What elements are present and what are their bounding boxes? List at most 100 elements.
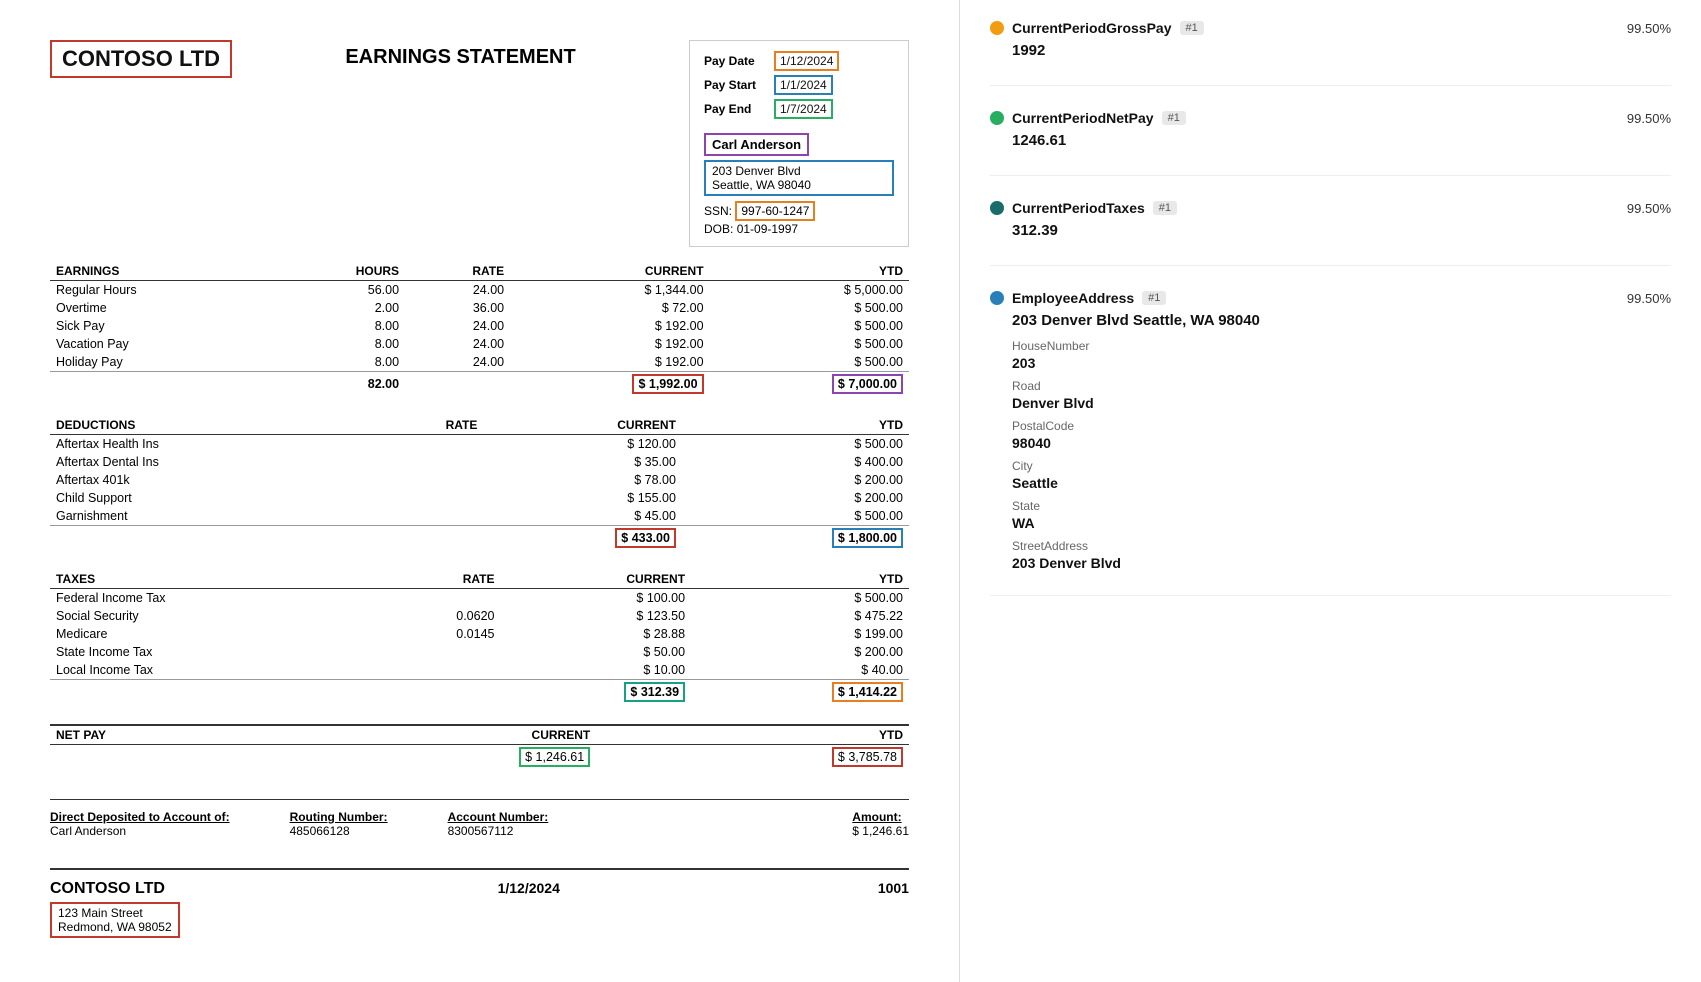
earnings-total-ytd: $ 7,000.00 xyxy=(710,372,909,397)
dd-left: Direct Deposited to Account of: Carl And… xyxy=(50,810,230,838)
footer-addr-line2: Redmond, WA 98052 xyxy=(58,920,172,934)
footer-addr-box: 123 Main Street Redmond, WA 98052 xyxy=(50,902,180,938)
taxes-total-rate xyxy=(369,680,501,705)
sub-field-value: 98040 xyxy=(1012,435,1671,451)
dd-account-value: 8300567112 xyxy=(448,824,549,838)
footer-date: 1/12/2024 xyxy=(498,880,560,896)
doc-top-area: CONTOSO LTD EARNINGS STATEMENT Pay Date … xyxy=(50,40,909,247)
deductions-col-rate: RATE xyxy=(364,416,484,435)
deductions-total-current: $ 433.00 xyxy=(483,526,682,551)
taxes-table: TAXES RATE CURRENT YTD Federal Income Ta… xyxy=(50,570,909,704)
deductions-row: Aftertax Health Ins$ 120.00$ 500.00 xyxy=(50,435,909,454)
earnings-total-row: 82.00 $ 1,992.00 $ 7,000.00 xyxy=(50,372,909,397)
footer-left: CONTOSO LTD 123 Main Street Redmond, WA … xyxy=(50,880,180,938)
pay-date-row: Pay Date 1/12/2024 xyxy=(704,51,894,71)
sub-field-label: Road xyxy=(1012,379,1671,393)
pay-end-row: Pay End 1/7/2024 xyxy=(704,99,894,119)
earnings-row: Sick Pay8.0024.00$ 192.00$ 500.00 xyxy=(50,317,909,335)
net-pay-empty xyxy=(50,745,283,770)
footer-company: CONTOSO LTD xyxy=(50,880,180,898)
dot-address xyxy=(990,291,1004,305)
employee-addr-line1: 203 Denver Blvd xyxy=(712,164,886,178)
sub-field-label: HouseNumber xyxy=(1012,339,1671,353)
dd-amount-value: $ 1,246.61 xyxy=(852,824,909,838)
earnings-total-hours: 82.00 xyxy=(272,372,405,397)
taxes-col-rate: RATE xyxy=(369,570,501,589)
earnings-total-label xyxy=(50,372,272,397)
dd-account-label: Account Number: xyxy=(448,810,549,824)
direct-deposit-section: Direct Deposited to Account of: Carl And… xyxy=(50,799,909,838)
pay-start-row: Pay Start 1/1/2024 xyxy=(704,75,894,95)
dd-amount: Amount: $ 1,246.61 xyxy=(852,810,909,838)
sub-field-value: Seattle xyxy=(1012,475,1671,491)
taxes-row: Local Income Tax$ 10.00$ 40.00 xyxy=(50,661,909,680)
employee-name-box: Carl Anderson xyxy=(704,133,809,156)
sub-field-value: WA xyxy=(1012,515,1671,531)
sub-field-label: StreetAddress xyxy=(1012,539,1671,553)
earnings-col-current: CURRENT xyxy=(510,262,709,281)
data-item-header: CurrentPeriodGrossPay #1 99.50% xyxy=(990,20,1671,36)
pay-date-value: 1/12/2024 xyxy=(774,51,839,71)
data-value: 203 Denver Blvd Seattle, WA 98040 xyxy=(1012,312,1671,329)
earnings-ytd-highlight: $ 7,000.00 xyxy=(832,374,903,394)
data-field-name: EmployeeAddress xyxy=(1012,290,1134,306)
dd-name: Carl Anderson xyxy=(50,824,230,838)
data-panel: CurrentPeriodGrossPay #1 99.50% 1992 Cur… xyxy=(960,0,1701,982)
dd-row: Direct Deposited to Account of: Carl And… xyxy=(50,810,909,838)
earnings-total-current: $ 1,992.00 xyxy=(510,372,709,397)
sub-fields-address: HouseNumber 203 Road Denver Blvd PostalC… xyxy=(1012,339,1671,571)
deductions-table: DEDUCTIONS RATE CURRENT YTD Aftertax Hea… xyxy=(50,416,909,550)
data-badge: #1 xyxy=(1180,21,1204,35)
dd-account: Account Number: 8300567112 xyxy=(448,810,549,838)
employee-addr-box: 203 Denver Blvd Seattle, WA 98040 xyxy=(704,160,894,196)
document-panel: CONTOSO LTD EARNINGS STATEMENT Pay Date … xyxy=(0,0,960,982)
net-pay-table: NET PAY CURRENT YTD $ 1,246.61 $ 3,785.7… xyxy=(50,724,909,769)
pay-end-label: Pay End xyxy=(704,102,774,116)
data-item-header: CurrentPeriodNetPay #1 99.50% xyxy=(990,110,1671,126)
deductions-col-current: CURRENT xyxy=(483,416,682,435)
taxes-total-ytd: $ 1,414.22 xyxy=(691,680,909,705)
deductions-row: Garnishment$ 45.00$ 500.00 xyxy=(50,507,909,526)
earnings-col-hours: HOURS xyxy=(272,262,405,281)
data-field-name: CurrentPeriodTaxes xyxy=(1012,200,1145,216)
earnings-current-highlight: $ 1,992.00 xyxy=(632,374,703,394)
taxes-row: Federal Income Tax$ 100.00$ 500.00 xyxy=(50,589,909,608)
taxes-row: Social Security0.0620$ 123.50$ 475.22 xyxy=(50,607,909,625)
title-area: EARNINGS STATEMENT xyxy=(232,40,689,69)
sub-field-value: 203 xyxy=(1012,355,1671,371)
earnings-statement-title: EARNINGS STATEMENT xyxy=(232,46,689,69)
sub-field: HouseNumber 203 xyxy=(1012,339,1671,371)
net-pay-ytd-highlight: $ 3,785.78 xyxy=(832,747,903,767)
deductions-row: Aftertax Dental Ins$ 35.00$ 400.00 xyxy=(50,453,909,471)
deductions-total-ytd: $ 1,800.00 xyxy=(682,526,909,551)
earnings-row: Regular Hours56.0024.00$ 1,344.00$ 5,000… xyxy=(50,281,909,300)
data-confidence: 99.50% xyxy=(1627,21,1671,36)
sub-field-label: State xyxy=(1012,499,1671,513)
dob-value: 01-09-1997 xyxy=(737,222,798,236)
data-item-header: EmployeeAddress #1 99.50% xyxy=(990,290,1671,306)
sub-field-value: 203 Denver Blvd xyxy=(1012,555,1671,571)
net-pay-ytd: $ 3,785.78 xyxy=(596,745,909,770)
earnings-table: EARNINGS HOURS RATE CURRENT YTD Regular … xyxy=(50,262,909,396)
data-badge: #1 xyxy=(1142,291,1166,305)
sub-field-value: Denver Blvd xyxy=(1012,395,1671,411)
earnings-total-rate xyxy=(405,372,510,397)
data-confidence: 99.50% xyxy=(1627,111,1671,126)
taxes-row: State Income Tax$ 50.00$ 200.00 xyxy=(50,643,909,661)
earnings-row: Holiday Pay8.0024.00$ 192.00$ 500.00 xyxy=(50,353,909,372)
ssn-value: 997-60-1247 xyxy=(735,201,815,221)
data-badge: #1 xyxy=(1162,111,1186,125)
company-header-box: CONTOSO LTD xyxy=(50,40,232,78)
taxes-row: Medicare0.0145$ 28.88$ 199.00 xyxy=(50,625,909,643)
earnings-col-ytd: YTD xyxy=(710,262,909,281)
sidebar-field-gross_pay: CurrentPeriodGrossPay #1 99.50% 1992 xyxy=(990,20,1671,86)
pay-start-label: Pay Start xyxy=(704,78,774,92)
footer-section: CONTOSO LTD 123 Main Street Redmond, WA … xyxy=(50,868,909,938)
deductions-total-row: $ 433.00 $ 1,800.00 xyxy=(50,526,909,551)
deductions-total-rate xyxy=(364,526,484,551)
dd-routing-value: 485066128 xyxy=(290,824,388,838)
employee-info: Carl Anderson 203 Denver Blvd Seattle, W… xyxy=(704,127,894,196)
pay-info-box: Pay Date 1/12/2024 Pay Start 1/1/2024 Pa… xyxy=(689,40,909,247)
deductions-ytd-highlight: $ 1,800.00 xyxy=(832,528,903,548)
dd-routing-label: Routing Number: xyxy=(290,810,388,824)
